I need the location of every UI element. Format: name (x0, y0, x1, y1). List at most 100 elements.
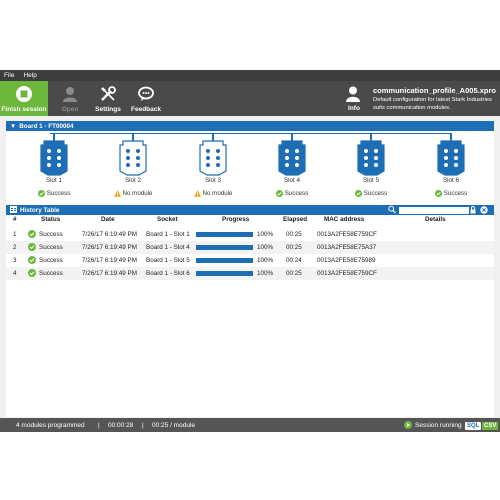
table-row[interactable]: 3 Success 7/26/17 6:19:49 PM Board 1 - Slot… (6, 254, 494, 267)
module-icon (199, 140, 227, 176)
collapse-triangle-icon[interactable]: ▼ (10, 123, 16, 130)
table-row[interactable]: 1 Success 7/26/17 6:19:49 PM Board 1 - Slot… (6, 228, 494, 241)
row-socket: Board 1 - Slot 4 (146, 244, 190, 251)
slot-1[interactable]: Slot 1 Success (34, 133, 74, 203)
progress-fill (196, 232, 253, 237)
row-num: 1 (13, 231, 17, 238)
row-date: 7/26/17 6:19:49 PM (82, 257, 137, 264)
progress-fill (196, 245, 253, 250)
open-label: Open (61, 106, 79, 113)
slot-label: Slot 4 (283, 177, 301, 184)
play-icon (404, 421, 412, 431)
col-socket[interactable]: Socket (157, 216, 178, 223)
row-mac: 0013A2FE58E759CF (317, 270, 377, 277)
slot-3[interactable]: Slot 3 No module (193, 133, 233, 203)
row-status: Success (39, 270, 63, 277)
success-check-icon (354, 190, 362, 197)
row-status: Success (39, 231, 63, 238)
settings-button[interactable]: Settings (88, 81, 128, 116)
separator: | (142, 422, 144, 429)
slot-status: Success (419, 190, 483, 197)
success-check-icon (37, 190, 45, 197)
progress-bar (196, 258, 253, 263)
time-per-module: 00:25 / module (152, 422, 196, 429)
table-row[interactable]: 4 Success 7/26/17 6:19:49 PM Board 1 - Slot… (6, 267, 494, 280)
finish-session-label: Finish session (1, 106, 47, 113)
slot-2[interactable]: Slot 2 No module (113, 133, 153, 203)
menu-file[interactable]: File (4, 72, 14, 79)
slot-status: Success (260, 190, 324, 197)
slot-4[interactable]: Slot 4 Success (272, 133, 312, 203)
history-title: History Table (20, 206, 60, 214)
profile-info: Info communication_profile_A005.xpro Def… (343, 81, 500, 116)
profile-name: communication_profile_A005.xpro (373, 86, 496, 95)
module-icon (278, 140, 306, 176)
col-details[interactable]: Details (425, 216, 446, 223)
row-socket: Board 1 - Slot 1 (146, 231, 190, 238)
progress-bar (196, 232, 253, 237)
status-bar: 4 modules programmed | 00:00:28 | 00:25 … (0, 418, 500, 432)
row-status: Success (39, 244, 63, 251)
row-date: 7/26/17 6:19:49 PM (82, 231, 137, 238)
slot-status-text: Success (46, 190, 71, 197)
col-progress[interactable]: Progress (222, 216, 249, 223)
progress-bar (196, 245, 253, 250)
warning-icon (113, 190, 121, 197)
row-mac: 0013A2FE58E759CF (317, 231, 377, 238)
feedback-label: Feedback (131, 106, 161, 113)
row-progress-label: 100% (257, 257, 274, 264)
row-num: 4 (13, 270, 17, 277)
slot-status: Success (339, 190, 403, 197)
history-search-input[interactable] (399, 206, 469, 214)
table-row[interactable]: 2 Success 7/26/17 6:19:49 PM Board 1 - Slot… (6, 241, 494, 254)
slot-label: Slot 3 (204, 177, 222, 184)
wrench-screwdriver-icon (98, 84, 118, 104)
success-check-icon (28, 243, 36, 251)
toolbar: Finish session Open Settings Feedback In… (0, 81, 500, 116)
sql-badge[interactable]: SQL (465, 422, 482, 430)
row-mac: 0013A2FE58E75989 (317, 257, 376, 264)
slot-label: Slot 1 (45, 177, 63, 184)
table-icon (10, 205, 17, 215)
row-elapsed: 00:25 (286, 270, 302, 277)
col-num[interactable]: # (13, 216, 17, 223)
slot-label: Slot 6 (442, 177, 460, 184)
progress-fill (196, 258, 253, 263)
slot-status-text: No module (202, 190, 233, 197)
success-check-icon (434, 190, 442, 197)
col-status[interactable]: Status (41, 216, 60, 223)
board-header[interactable]: ▼ Board 1 - FT00004 (6, 121, 494, 131)
slot-5[interactable]: Slot 5 Success (351, 133, 391, 203)
slot-status-text: Success (284, 190, 309, 197)
stop-icon (14, 84, 34, 104)
feedback-button[interactable]: Feedback (126, 81, 166, 116)
slot-6[interactable]: Slot 6 Success (431, 133, 471, 203)
slot-status: No module (181, 190, 245, 197)
finish-session-button[interactable]: Finish session (0, 81, 48, 116)
slot-status: Success (22, 190, 86, 197)
row-socket: Board 1 - Slot 6 (146, 270, 190, 277)
success-check-icon (275, 190, 283, 197)
success-check-icon (28, 230, 36, 238)
row-elapsed: 00:25 (286, 244, 302, 251)
open-button[interactable]: Open (50, 81, 90, 116)
col-mac[interactable]: MAC address (324, 216, 364, 223)
csv-badge[interactable]: CSV (482, 422, 499, 430)
session-running: Session running (415, 422, 462, 429)
application-window: File Help Finish session Open Settings F… (0, 70, 500, 432)
module-icon (437, 140, 465, 176)
col-date[interactable]: Date (101, 216, 115, 223)
board-panel: Slot 1 Success Slot 2 No module Slot 3 No mod… (6, 131, 494, 205)
row-progress-label: 100% (257, 231, 274, 238)
user-icon (60, 84, 80, 104)
row-progress-label: 100% (257, 244, 274, 251)
row-elapsed: 00:25 (286, 231, 302, 238)
col-elapsed[interactable]: Elapsed (283, 216, 307, 223)
info-label: Info (348, 105, 360, 112)
settings-label: Settings (95, 106, 121, 113)
row-num: 2 (13, 244, 17, 251)
info-person-icon[interactable] (343, 84, 363, 104)
row-status: Success (39, 257, 63, 264)
row-socket: Board 1 - Slot 5 (146, 257, 190, 264)
menu-help[interactable]: Help (23, 72, 36, 79)
